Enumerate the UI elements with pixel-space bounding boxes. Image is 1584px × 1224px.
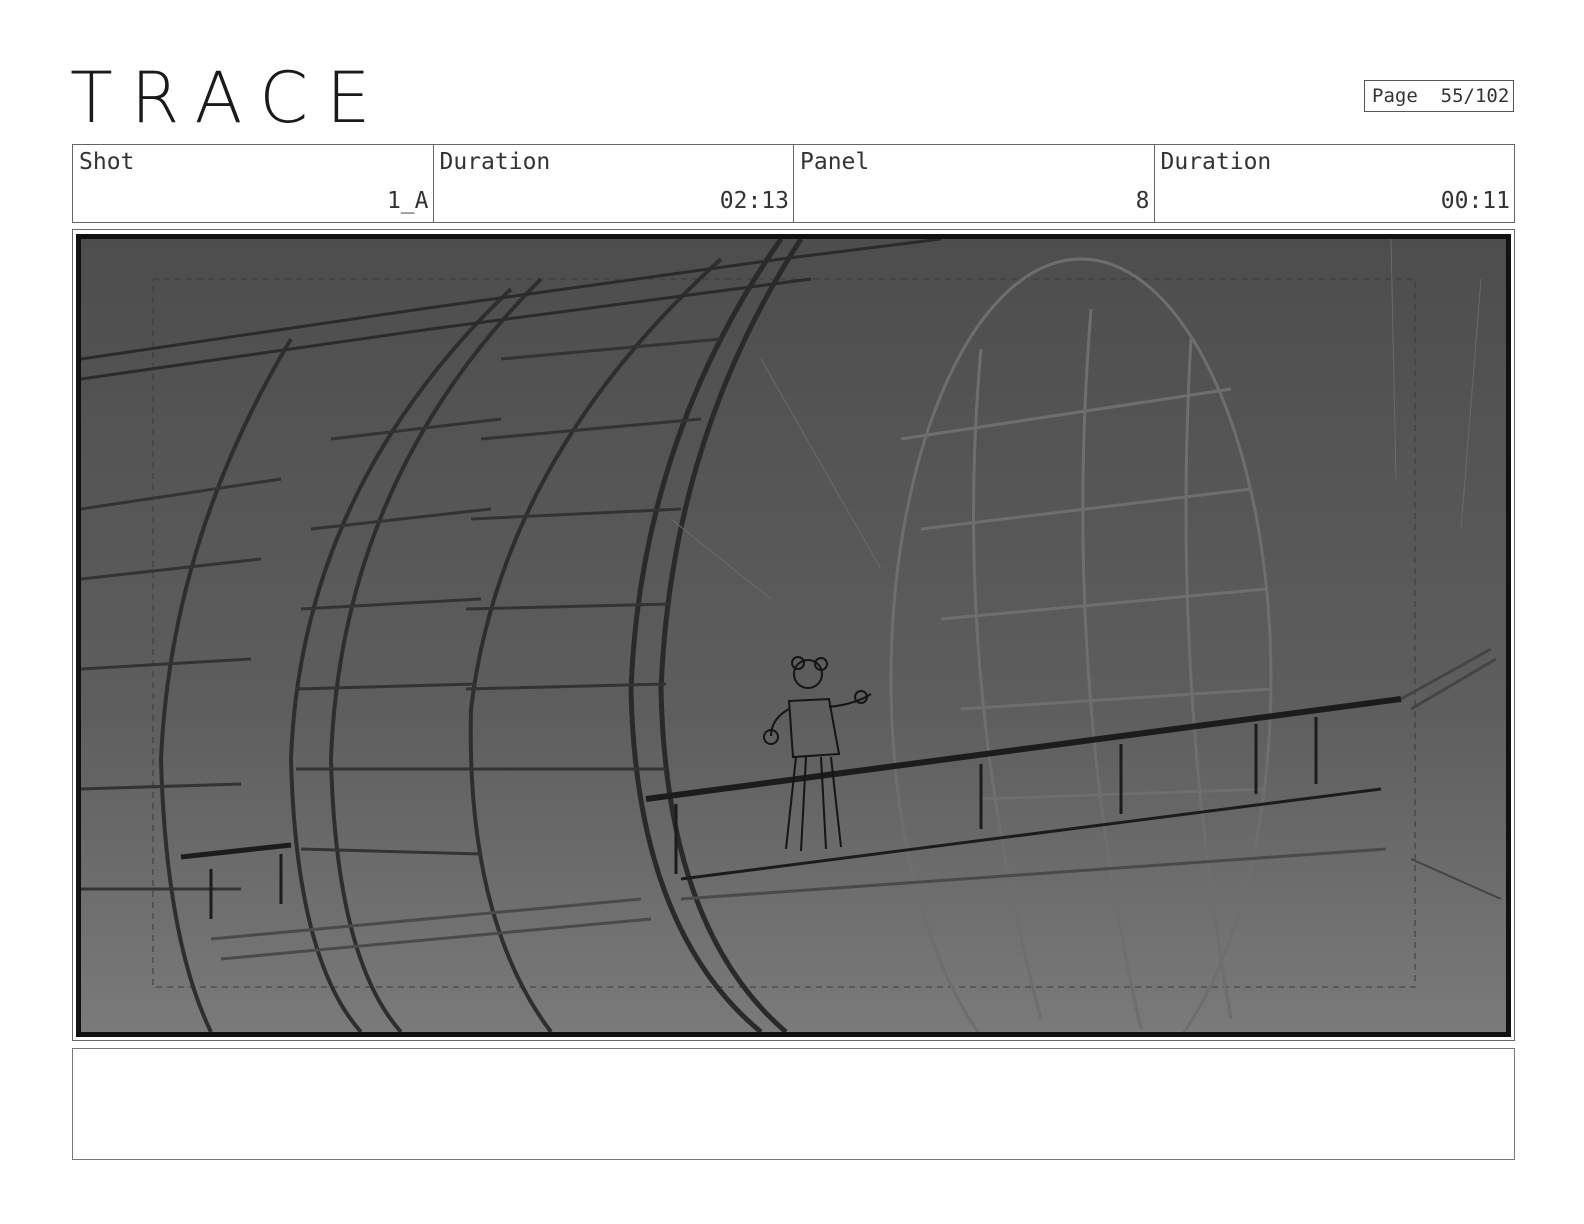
page-number: 55/102 [1440, 85, 1510, 107]
storyboard-panel-image [76, 234, 1511, 1037]
shot-value: 1_A [386, 188, 429, 214]
shot-duration-label: Duration [439, 149, 551, 175]
panel-duration-value: 00:11 [1440, 188, 1510, 214]
panel-cell: Panel 8 [793, 145, 1154, 222]
page-label: Page [1372, 85, 1418, 107]
shot-label: Shot [79, 149, 135, 175]
storyboard-sketch-tunnel-figure-icon [81, 239, 1506, 1032]
panel-duration-cell: Duration 00:11 [1153, 145, 1515, 222]
panel-label: Panel [800, 149, 870, 175]
notes-box [72, 1048, 1515, 1160]
shot-info-table: Shot 1_A Duration 02:13 Panel 8 Duration… [72, 144, 1515, 223]
shot-duration-value: 02:13 [719, 188, 789, 214]
panel-value: 8 [1135, 188, 1150, 214]
page-indicator: Page 55/102 [1364, 80, 1514, 112]
trace-logo: TRACE [70, 57, 389, 139]
shot-cell: Shot 1_A [73, 145, 433, 222]
shot-duration-cell: Duration 02:13 [432, 145, 794, 222]
panel-duration-label: Duration [1160, 149, 1272, 175]
